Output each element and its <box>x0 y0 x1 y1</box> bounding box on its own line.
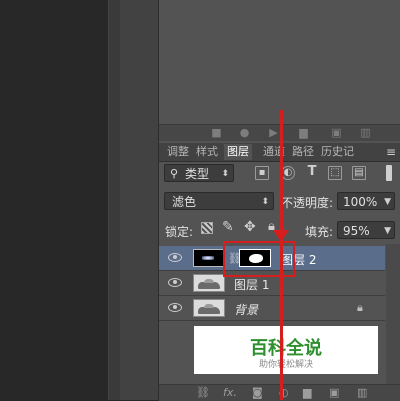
folder-icon[interactable]: ▆ <box>298 127 309 138</box>
delete-icon[interactable]: ▥ <box>360 127 371 138</box>
filter-type-select[interactable]: ⚲ 类型 ⬍ <box>164 164 234 182</box>
layer-name: 图层 1 <box>234 278 270 292</box>
layers-scrollbar[interactable] <box>386 244 400 384</box>
record-icon[interactable]: ● <box>239 127 250 138</box>
lock-icon: 🔒︎ <box>357 301 363 314</box>
light-flare <box>202 256 214 260</box>
lock-position-move-icon[interactable]: ✥ <box>244 219 256 235</box>
tab-adjustments[interactable]: 调整 <box>167 144 189 160</box>
fx-button[interactable]: fx. <box>223 387 237 399</box>
layer-thumbnail <box>193 299 225 317</box>
blend-mode-value: 滤色 <box>172 195 197 209</box>
canvas-area <box>0 0 108 400</box>
fill-field[interactable]: 95% ▼ <box>337 221 395 239</box>
lock-transparency-icon[interactable] <box>201 222 213 234</box>
visibility-eye-icon[interactable] <box>168 303 182 312</box>
fill-label: 填充: <box>305 225 334 239</box>
car-image <box>198 279 220 289</box>
car-image <box>198 304 220 314</box>
lock-image-brush-icon[interactable]: ✎ <box>222 219 234 235</box>
tab-styles[interactable]: 样式 <box>196 144 218 160</box>
opacity-field[interactable]: 100% ▼ <box>337 192 395 210</box>
lock-label: 锁定: <box>165 225 194 239</box>
type-filter-icon[interactable]: T <box>305 165 319 180</box>
search-icon: ⚲ <box>170 167 179 180</box>
filter-type-label: 类型 <box>185 167 210 181</box>
chevron-updown-icon: ⬍ <box>261 197 269 207</box>
layer-row-background[interactable]: 背景 🔒︎ <box>159 296 385 321</box>
layer-name: 背景 <box>234 303 259 317</box>
layer-thumbnail <box>193 274 225 292</box>
visibility-eye-icon[interactable] <box>168 278 182 287</box>
panel-menu-icon[interactable]: ≡ <box>386 144 396 160</box>
new-layer-icon[interactable]: ▣ <box>329 387 339 399</box>
watermark-subtitle: 助你轻松解决 <box>258 360 313 370</box>
opacity-value: 100% <box>343 195 378 209</box>
fill-value: 95% <box>343 224 370 238</box>
adjustment-filter-icon[interactable]: ◐ <box>281 166 295 180</box>
visibility-eye-icon[interactable] <box>168 253 182 262</box>
collapsed-panel-strip <box>120 0 159 400</box>
smart-object-filter-icon[interactable]: ▤ <box>352 166 366 180</box>
new-item-icon[interactable]: ▣ <box>331 127 342 138</box>
new-group-folder-icon[interactable]: ▆ <box>303 387 311 399</box>
blend-mode-select[interactable]: 滤色 ⬍ <box>164 192 274 210</box>
pixel-filter-icon[interactable]: ▪ <box>255 166 269 180</box>
play-icon[interactable]: ▶ <box>268 127 279 138</box>
stop-icon[interactable]: ■ <box>211 127 222 138</box>
layer-thumbnail <box>193 249 225 267</box>
tab-history[interactable]: 历史记 <box>321 144 354 160</box>
chevron-down-icon: ▼ <box>384 197 391 207</box>
annotation-highlight-box <box>223 241 295 277</box>
add-mask-icon[interactable]: ◙ <box>252 387 263 399</box>
tab-paths[interactable]: 路径 <box>292 144 314 160</box>
delete-layer-icon[interactable]: ▥ <box>357 387 367 399</box>
shape-filter-icon[interactable]: ⬚ <box>328 166 342 180</box>
chevron-down-icon: ▼ <box>384 226 391 236</box>
filter-toggle[interactable] <box>386 165 392 181</box>
tab-layers[interactable]: 图层 <box>224 144 252 160</box>
opacity-label: 不透明度: <box>281 196 334 210</box>
chevron-updown-icon: ⬍ <box>221 169 229 179</box>
link-layers-icon[interactable]: ⛓︎ <box>196 387 210 399</box>
watermark-logo: 百科全说 助你轻松解决 <box>194 326 378 374</box>
